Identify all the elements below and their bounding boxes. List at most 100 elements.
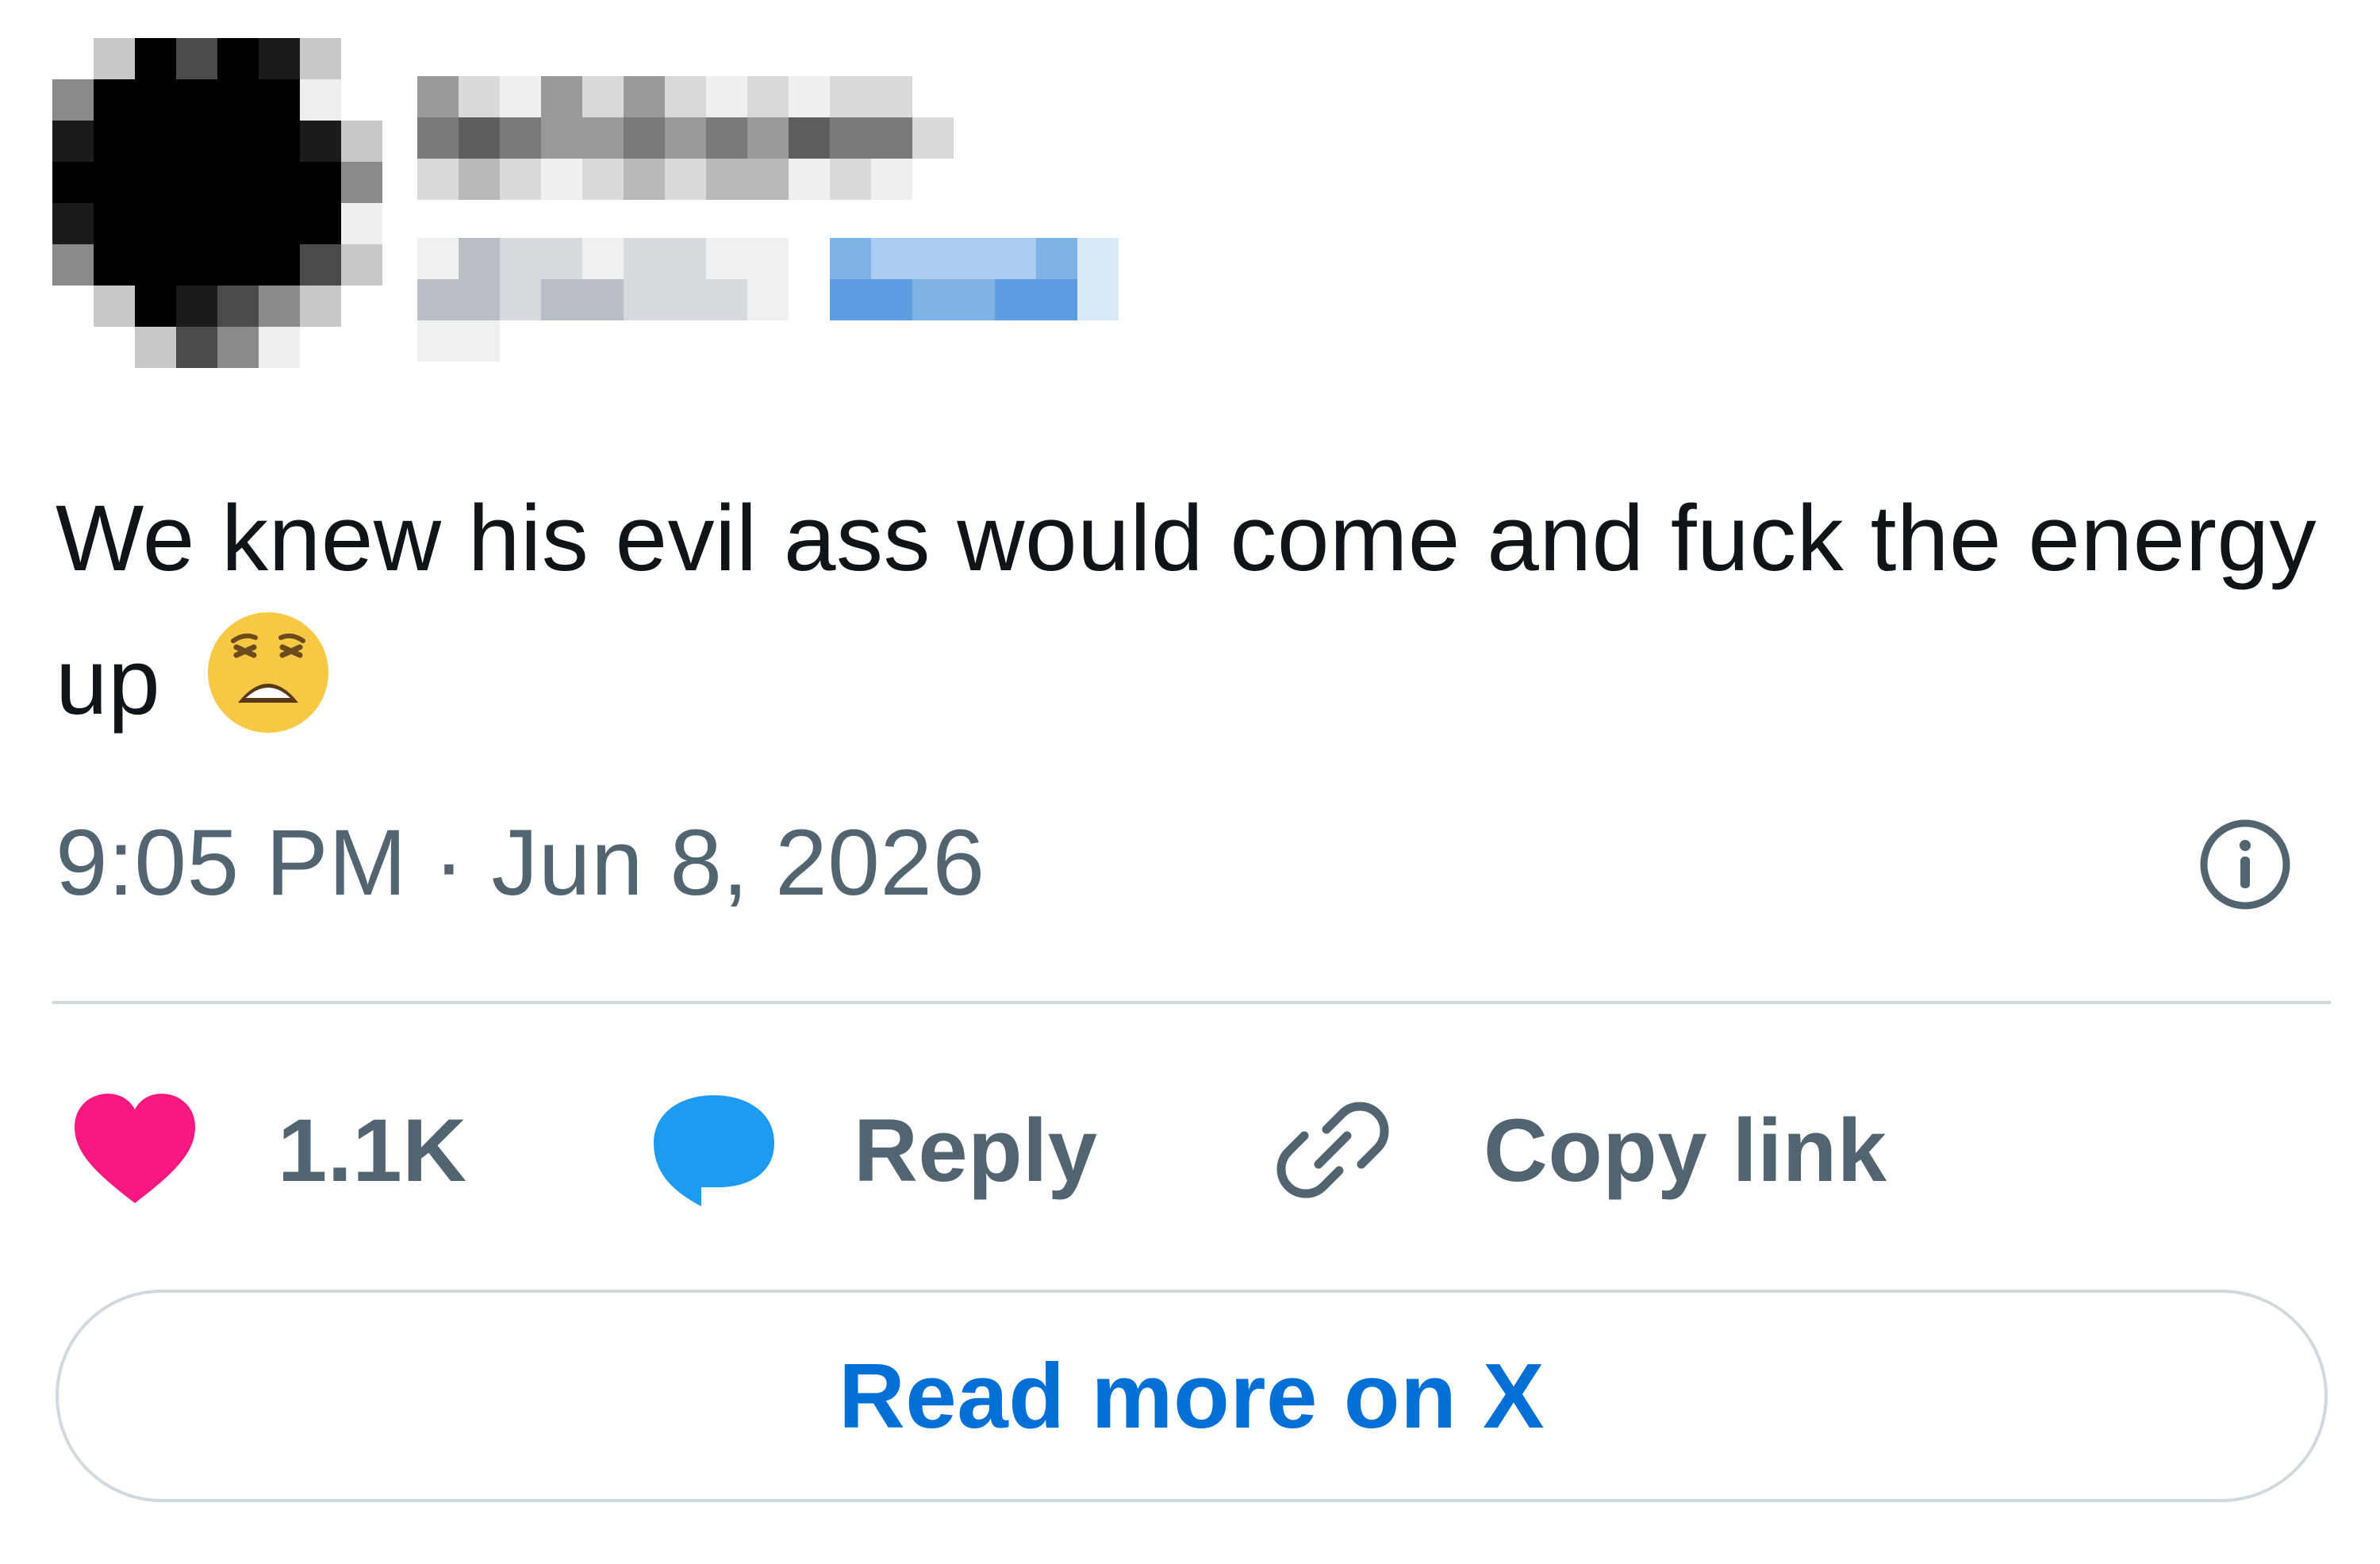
redaction-pixel xyxy=(94,79,135,121)
redaction-pixel xyxy=(624,279,665,320)
avatar-redacted[interactable] xyxy=(52,38,386,403)
redaction-pixel xyxy=(300,121,341,162)
redaction-pixel xyxy=(341,121,382,162)
redaction-pixel xyxy=(135,327,176,368)
redaction-pixel xyxy=(417,159,459,200)
redaction-pixel xyxy=(176,203,217,244)
redaction-pixel xyxy=(582,159,624,200)
weary-face-emoji-icon xyxy=(207,612,328,733)
redaction-pixel xyxy=(259,286,300,327)
redaction-pixel xyxy=(624,159,665,200)
redaction-pixel xyxy=(747,159,789,200)
tweet-time: 9:05 PM xyxy=(56,811,407,915)
redaction-pixel xyxy=(459,159,500,200)
redaction-pixel xyxy=(52,121,94,162)
divider xyxy=(52,1001,2331,1004)
redaction-pixel xyxy=(665,76,706,117)
redaction-pixel xyxy=(871,76,912,117)
copy-link-button[interactable]: Copy link xyxy=(1269,1087,1887,1213)
tweet-embed-card: We knew his evil ass would come and fuck… xyxy=(0,0,2380,1564)
redaction-pixel xyxy=(789,159,830,200)
redaction-pixel xyxy=(94,286,135,327)
redaction-pixel xyxy=(176,286,217,327)
redaction-pixel xyxy=(135,121,176,162)
redaction-pixel xyxy=(706,159,747,200)
redaction-pixel xyxy=(582,76,624,117)
read-more-button[interactable]: Read more on X xyxy=(56,1290,2328,1502)
redaction-pixel xyxy=(871,238,912,279)
redaction-pixel xyxy=(995,238,1036,279)
redaction-pixel xyxy=(954,238,995,279)
redaction-pixel xyxy=(176,244,217,286)
redaction-pixel xyxy=(706,117,747,159)
redaction-pixel xyxy=(912,238,954,279)
redaction-pixel xyxy=(217,327,259,368)
redaction-pixel xyxy=(830,279,871,320)
redaction-pixel xyxy=(665,159,706,200)
redaction-pixel xyxy=(259,38,300,79)
redaction-pixel xyxy=(259,203,300,244)
redaction-pixel xyxy=(417,238,459,279)
redaction-pixel xyxy=(624,238,665,279)
link-icon xyxy=(1276,1102,1389,1198)
redaction-pixel xyxy=(341,244,382,286)
redaction-pixel xyxy=(459,238,500,279)
heart-icon xyxy=(75,1094,195,1203)
redaction-pixel xyxy=(665,117,706,159)
author-handle-redacted[interactable] xyxy=(417,238,1449,404)
redaction-pixel xyxy=(789,76,830,117)
redaction-pixel xyxy=(747,279,789,320)
redaction-pixel xyxy=(417,76,459,117)
redaction-pixel xyxy=(259,162,300,203)
redaction-pixel xyxy=(541,159,582,200)
redaction-pixel xyxy=(417,279,459,320)
info-icon[interactable] xyxy=(2198,817,2293,912)
redaction-pixel xyxy=(259,121,300,162)
redaction-pixel xyxy=(217,79,259,121)
redaction-pixel xyxy=(871,159,912,200)
redaction-pixel xyxy=(500,117,541,159)
like-button[interactable]: 1.1K xyxy=(71,1087,467,1213)
redaction-pixel xyxy=(1077,279,1119,320)
redaction-pixel xyxy=(706,76,747,117)
redaction-pixel xyxy=(500,238,541,279)
redaction-pixel xyxy=(541,117,582,159)
redaction-pixel xyxy=(176,327,217,368)
redaction-pixel xyxy=(912,117,954,159)
redaction-pixel xyxy=(1036,238,1077,279)
redaction-pixel xyxy=(135,162,176,203)
redaction-pixel xyxy=(52,79,94,121)
redaction-pixel xyxy=(217,203,259,244)
redaction-pixel xyxy=(217,121,259,162)
redaction-pixel xyxy=(1077,238,1119,279)
redaction-pixel xyxy=(176,121,217,162)
redaction-pixel xyxy=(94,121,135,162)
redaction-pixel xyxy=(417,117,459,159)
redaction-pixel xyxy=(582,238,624,279)
redaction-pixel xyxy=(300,38,341,79)
read-more-label: Read more on X xyxy=(838,1344,1545,1447)
redaction-pixel xyxy=(789,117,830,159)
redaction-pixel xyxy=(954,279,995,320)
redaction-pixel xyxy=(94,162,135,203)
redaction-pixel xyxy=(135,38,176,79)
reply-button[interactable]: Reply xyxy=(651,1087,1098,1213)
redaction-pixel xyxy=(300,203,341,244)
tweet-timestamp[interactable]: 9:05 PM · Jun 8, 2026 xyxy=(56,807,985,918)
redaction-pixel xyxy=(871,279,912,320)
redaction-pixel xyxy=(541,279,582,320)
redaction-pixel xyxy=(459,76,500,117)
redaction-pixel xyxy=(706,238,747,279)
redaction-pixel xyxy=(217,38,259,79)
redaction-pixel xyxy=(830,159,871,200)
redaction-pixel xyxy=(135,79,176,121)
redaction-pixel xyxy=(500,279,541,320)
redaction-pixel xyxy=(217,244,259,286)
like-count: 1.1K xyxy=(278,1100,467,1200)
redaction-pixel xyxy=(176,79,217,121)
redaction-pixel xyxy=(1036,279,1077,320)
redaction-pixel xyxy=(176,162,217,203)
copy-link-label: Copy link xyxy=(1484,1100,1887,1200)
author-name-redacted[interactable] xyxy=(417,76,1052,235)
author-header[interactable] xyxy=(52,38,1401,403)
